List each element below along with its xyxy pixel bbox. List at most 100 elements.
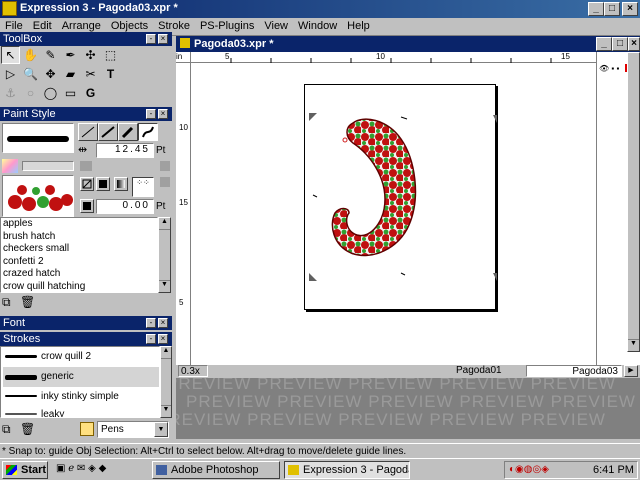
tray-icons[interactable]: ◐◉◍◎◈ bbox=[509, 464, 549, 475]
scissors-icon[interactable]: ✂ bbox=[81, 65, 100, 83]
list-item[interactable]: generic bbox=[3, 367, 159, 387]
fill-none-button[interactable] bbox=[80, 177, 94, 191]
direct-select-icon[interactable]: ▷ bbox=[1, 65, 20, 83]
start-button[interactable]: Start bbox=[2, 461, 48, 479]
vertical-ruler[interactable]: 10 15 5 bbox=[176, 63, 191, 365]
list-item[interactable]: inky stinky simple bbox=[3, 387, 159, 407]
strokes-minimize-button[interactable]: - bbox=[146, 334, 156, 344]
horizontal-ruler[interactable]: 5 10 15 bbox=[191, 52, 596, 63]
paint-style-list[interactable]: apples brush hatch checkers small confet… bbox=[0, 217, 158, 293]
zoom-icon[interactable]: 🔍 bbox=[21, 65, 40, 83]
list-item[interactable]: checkers small bbox=[1, 243, 157, 256]
minimize-button[interactable]: _ bbox=[588, 2, 604, 16]
menu-help[interactable]: Help bbox=[342, 18, 375, 34]
toolbox-close-button[interactable]: × bbox=[158, 34, 168, 44]
magnify-disabled-icon[interactable]: ○ bbox=[21, 84, 40, 102]
paint-style-header[interactable]: Paint Style - × bbox=[0, 107, 172, 121]
fill-texture-button[interactable]: ⁘⁘ bbox=[132, 177, 154, 197]
fill-preview bbox=[2, 175, 74, 217]
menu-window[interactable]: Window bbox=[293, 18, 342, 34]
g-tool-icon[interactable]: G bbox=[81, 84, 100, 102]
paint-style-scrollbar[interactable]: ▲ ▼ bbox=[158, 217, 171, 293]
width-input[interactable]: 12.45 bbox=[96, 143, 154, 158]
anchor-point[interactable] bbox=[342, 137, 348, 143]
fill-mode-icon[interactable] bbox=[2, 159, 18, 173]
artwork[interactable] bbox=[305, 85, 497, 311]
list-item[interactable]: brush hatch bbox=[1, 231, 157, 244]
node-icon[interactable]: ✣ bbox=[81, 46, 100, 64]
list-item[interactable]: crow quill 2 bbox=[3, 347, 159, 367]
list-item[interactable]: crow quill hatching bbox=[1, 281, 157, 294]
strokes-scrollbar[interactable]: ▲ ▼ bbox=[160, 346, 172, 418]
strokes-header[interactable]: Strokes - × bbox=[0, 332, 172, 346]
layers-scrollbar[interactable]: ▼ bbox=[627, 52, 640, 352]
layer-scroll-right[interactable]: ▶ bbox=[624, 365, 638, 377]
stroke-type-line-button[interactable] bbox=[78, 123, 98, 141]
apple-filled-shape[interactable] bbox=[331, 118, 417, 257]
stroke-type-skeletal-button[interactable] bbox=[138, 123, 158, 141]
app-icon[interactable] bbox=[2, 1, 17, 16]
paint-style-close-button[interactable]: × bbox=[158, 109, 168, 119]
brush-icon[interactable]: ✎ bbox=[41, 46, 60, 64]
stroke-trash-icon[interactable]: 🗑 bbox=[20, 422, 36, 437]
zoom-level[interactable]: 0.3x bbox=[178, 365, 208, 377]
outlook-icon[interactable]: ✉ bbox=[77, 463, 85, 474]
strokes-title: Strokes bbox=[3, 333, 41, 345]
fill-solid-button[interactable] bbox=[96, 177, 110, 191]
angle-button[interactable] bbox=[80, 199, 94, 213]
anchor-icon[interactable]: ⚓ bbox=[1, 84, 20, 102]
opacity-slider[interactable] bbox=[22, 161, 74, 171]
menu-view[interactable]: View bbox=[259, 18, 293, 34]
doc-close-button[interactable]: × bbox=[628, 37, 640, 51]
layers-strip: 👁 ▪ ▪ ▼ bbox=[596, 52, 640, 365]
stroke-type-thick-button[interactable] bbox=[98, 123, 118, 141]
doc-restore-button[interactable]: □ bbox=[612, 37, 628, 51]
font-close-button[interactable]: × bbox=[158, 318, 168, 328]
close-button[interactable]: × bbox=[622, 2, 638, 16]
desktop-icon[interactable]: ▣ bbox=[56, 463, 65, 474]
list-item[interactable]: leaky bbox=[3, 405, 159, 417]
ellipse-icon[interactable]: ◯ bbox=[41, 84, 60, 102]
eraser-icon[interactable]: ▰ bbox=[61, 65, 80, 83]
strokes-list[interactable]: crow quill 2 generic inky stinky simple … bbox=[0, 346, 160, 418]
trash-icon[interactable]: 🗑 bbox=[20, 295, 36, 310]
menu-ps-plugins[interactable]: PS-Plugins bbox=[195, 18, 259, 34]
stroke-category-select[interactable]: Pens ▼ bbox=[97, 421, 169, 438]
doc-minimize-button[interactable]: _ bbox=[596, 37, 612, 51]
pen-icon[interactable]: ✒ bbox=[61, 46, 80, 64]
rectangle-icon[interactable]: ▭ bbox=[61, 84, 80, 102]
layer-right-label[interactable]: Pagoda03 bbox=[526, 365, 622, 377]
stroke-type-brush-button[interactable] bbox=[118, 123, 138, 141]
document-title-bar[interactable]: Pagoda03.xpr * _ □ × bbox=[176, 36, 640, 52]
list-item[interactable]: crazed hatch bbox=[1, 268, 157, 281]
font-header[interactable]: Font - × bbox=[0, 316, 172, 330]
angle-input[interactable]: 0.00 bbox=[96, 199, 154, 214]
list-item[interactable]: confetti 2 bbox=[1, 256, 157, 269]
task-expression[interactable]: Expression 3 - Pagoda... bbox=[284, 461, 410, 479]
photoshop-icon[interactable]: ◈ bbox=[88, 463, 96, 474]
clock: 6:41 PM bbox=[593, 464, 634, 476]
toolbox-header[interactable]: ToolBox - × bbox=[0, 32, 172, 46]
add-stroke-icon[interactable]: ⧉ bbox=[2, 422, 18, 437]
hand-icon[interactable]: ✋ bbox=[21, 46, 40, 64]
transform-icon[interactable]: ✥ bbox=[41, 65, 60, 83]
color-swatch[interactable] bbox=[160, 161, 170, 171]
ie-icon[interactable]: ℯ bbox=[68, 463, 74, 474]
fill-gradient-button[interactable] bbox=[114, 177, 128, 191]
paint-style-minimize-button[interactable]: - bbox=[146, 109, 156, 119]
expression-icon[interactable]: ◆ bbox=[99, 463, 107, 474]
select-arrow-icon[interactable]: ↖ bbox=[1, 46, 20, 64]
maximize-button[interactable]: □ bbox=[604, 2, 620, 16]
document-page[interactable] bbox=[304, 84, 497, 311]
font-minimize-button[interactable]: - bbox=[146, 318, 156, 328]
list-item[interactable]: apples bbox=[1, 218, 157, 231]
text-tool-icon[interactable]: T bbox=[101, 65, 120, 83]
fill-swatch[interactable] bbox=[160, 177, 170, 187]
task-photoshop[interactable]: Adobe Photoshop bbox=[152, 461, 280, 479]
opacity-swatch[interactable] bbox=[80, 161, 92, 171]
toolbox-minimize-button[interactable]: - bbox=[146, 34, 156, 44]
strokes-close-button[interactable]: × bbox=[158, 334, 168, 344]
chevron-down-icon[interactable]: ▼ bbox=[154, 422, 168, 437]
add-style-icon[interactable]: ⧉ bbox=[2, 295, 18, 310]
marquee-icon[interactable]: ⬚ bbox=[101, 46, 120, 64]
